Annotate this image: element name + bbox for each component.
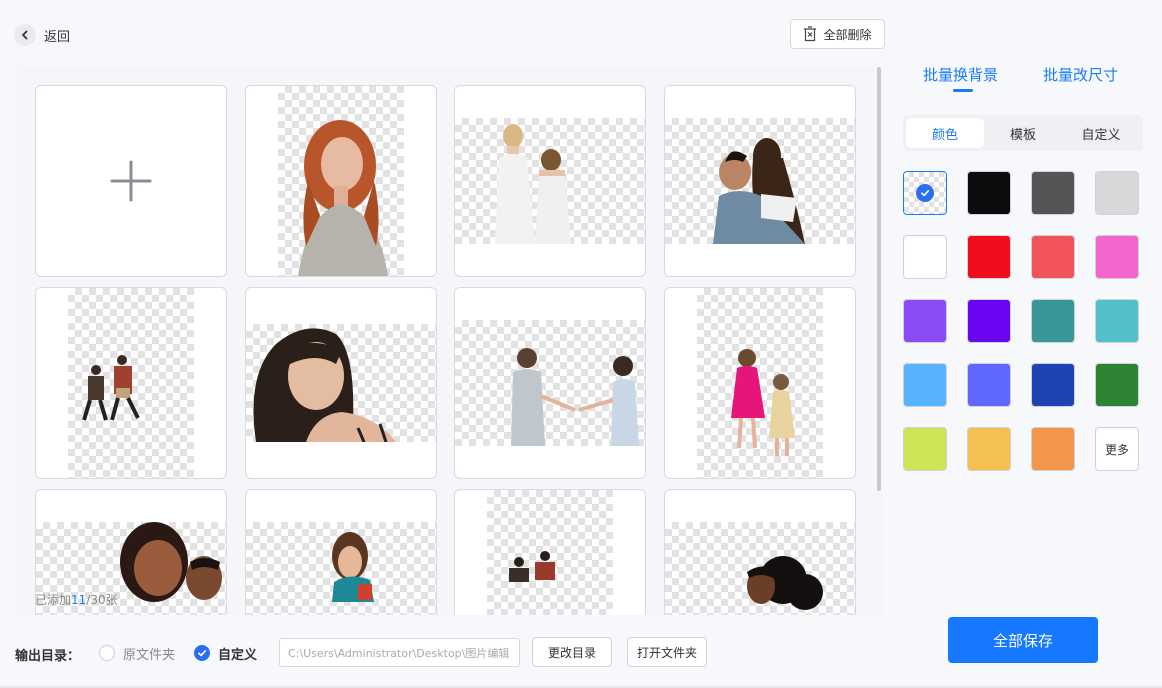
color-swatch[interactable] <box>903 299 947 343</box>
color-swatch[interactable] <box>1095 235 1139 279</box>
image-thumbnail <box>455 118 645 244</box>
color-swatch-transparent[interactable] <box>903 171 947 215</box>
background-subtabs: 颜色 模板 自定义 <box>903 115 1143 151</box>
chevron-left-icon <box>14 24 36 46</box>
image-thumbnail <box>278 86 404 276</box>
image-card[interactable] <box>245 489 437 615</box>
image-card[interactable] <box>454 489 646 615</box>
color-swatch[interactable] <box>1031 235 1075 279</box>
image-card[interactable] <box>664 85 856 277</box>
radio-original-label: 原文件夹 <box>123 647 176 663</box>
color-swatch[interactable] <box>903 427 947 471</box>
color-swatch[interactable] <box>967 235 1011 279</box>
added-count-number: 11 <box>71 593 87 607</box>
image-card[interactable] <box>454 287 646 479</box>
image-thumbnail <box>665 522 855 615</box>
color-swatch[interactable] <box>967 363 1011 407</box>
trash-icon <box>803 26 817 42</box>
color-swatch[interactable] <box>1031 299 1075 343</box>
batch-background-app: 返回 全部删除 已添加11/30张 批量换背景 批量改尺寸 颜色 模板 自定义 … <box>0 0 1162 688</box>
output-path-input[interactable] <box>279 638 520 667</box>
tab-underline <box>953 89 973 92</box>
color-swatch[interactable] <box>967 427 1011 471</box>
image-thumbnail <box>246 522 436 615</box>
subtab-color[interactable]: 颜色 <box>906 118 984 148</box>
color-swatch[interactable] <box>1031 363 1075 407</box>
checkmark-icon <box>916 184 934 202</box>
color-swatch[interactable] <box>967 299 1011 343</box>
color-swatch[interactable] <box>1031 171 1075 215</box>
image-card[interactable] <box>245 287 437 479</box>
open-folder-button[interactable]: 打开文件夹 <box>627 637 707 667</box>
color-swatch[interactable] <box>967 171 1011 215</box>
back-button[interactable]: 返回 <box>14 24 70 46</box>
radio-custom-folder[interactable]: 自定义 <box>194 643 257 663</box>
image-thumbnail <box>68 288 194 478</box>
radio-original-folder[interactable]: 原文件夹 <box>99 643 175 663</box>
added-count: 已添加11/30张 <box>35 593 118 607</box>
back-label: 返回 <box>44 29 71 45</box>
subtab-template[interactable]: 模板 <box>984 118 1062 148</box>
color-swatch[interactable] <box>1095 299 1139 343</box>
image-gallery[interactable] <box>17 67 883 615</box>
radio-checked-icon <box>194 645 210 661</box>
delete-all-button[interactable]: 全部删除 <box>790 19 885 49</box>
subtab-custom[interactable]: 自定义 <box>1062 118 1140 148</box>
change-directory-button[interactable]: 更改目录 <box>532 637 612 667</box>
delete-all-label: 全部删除 <box>823 27 872 42</box>
image-card[interactable] <box>664 489 856 615</box>
output-directory-label: 输出目录： <box>15 649 81 664</box>
image-card[interactable] <box>245 85 437 277</box>
plus-icon <box>110 160 152 202</box>
color-swatch[interactable] <box>903 363 947 407</box>
image-card[interactable] <box>664 287 856 479</box>
add-image-button[interactable] <box>35 85 227 277</box>
gallery-scrollbar[interactable] <box>877 67 881 491</box>
radio-custom-label: 自定义 <box>218 647 258 663</box>
tab-batch-background[interactable]: 批量换背景 <box>923 64 998 85</box>
image-card[interactable] <box>35 287 227 479</box>
save-all-button[interactable]: 全部保存 <box>948 617 1098 663</box>
image-thumbnail <box>487 490 613 615</box>
color-swatch[interactable] <box>1031 427 1075 471</box>
image-thumbnail <box>455 320 645 446</box>
image-card[interactable] <box>454 85 646 277</box>
image-thumbnail <box>246 324 436 442</box>
image-thumbnail <box>665 118 855 244</box>
color-swatch[interactable] <box>903 235 947 279</box>
image-thumbnail <box>697 288 823 478</box>
color-swatch[interactable] <box>1095 171 1139 215</box>
tab-batch-resize[interactable]: 批量改尺寸 <box>1043 64 1118 85</box>
color-swatch[interactable] <box>1095 363 1139 407</box>
more-colors-button[interactable]: 更多 <box>1095 427 1139 471</box>
radio-circle <box>99 645 115 661</box>
